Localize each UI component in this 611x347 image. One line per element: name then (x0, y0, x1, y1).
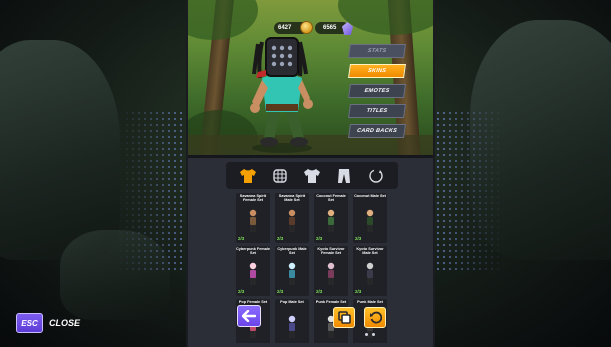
esc-key-badge: ESC (16, 313, 43, 333)
menu-card-backs[interactable]: CARD BACKS (348, 124, 406, 138)
category-tabs (226, 162, 398, 189)
skin-card-name: Punk Female Set (315, 300, 347, 304)
skin-card[interactable]: Kyoto Survivor Female Set 2/3 (314, 246, 348, 296)
skin-card-count: 2/3 (238, 236, 245, 241)
foliage (338, 0, 433, 35)
skin-card-count: 2/3 (277, 236, 284, 241)
skin-card[interactable]: Cyberpunk Female Set 2/3 (236, 246, 270, 296)
halftone-decoration-left (118, 110, 188, 270)
menu-emotes[interactable]: EMOTES (348, 84, 406, 98)
arrow-left-icon (242, 310, 256, 322)
menu-titles[interactable]: TITLES (348, 104, 406, 118)
pager-dot (372, 333, 375, 336)
character-model (250, 37, 313, 153)
skin-card[interactable]: Savanna Spirit Male Set 2/3 (275, 193, 309, 243)
menu-emotes-label: EMOTES (364, 88, 390, 94)
skin-card-count: 2/3 (316, 289, 323, 294)
skin-preview-icon (288, 209, 296, 232)
skin-card-name: Punk Male Set (357, 300, 383, 304)
pants-icon (338, 168, 350, 183)
layers-icon (337, 311, 351, 324)
skin-card-name: Savanna Spirit Male Set (278, 194, 306, 203)
skin-preview-icon (327, 262, 335, 285)
skin-preview-icon (288, 315, 296, 338)
skin-card-name: Coconut Female Set (316, 194, 346, 203)
skin-card[interactable]: Pop Male Set (275, 299, 309, 343)
skin-card-count: 2/3 (316, 236, 323, 241)
skin-card[interactable]: Kyoto Survivor Male Set 2/3 (353, 246, 387, 296)
skin-preview-icon (288, 262, 296, 285)
reset-button[interactable] (364, 307, 386, 328)
tab-bottoms[interactable] (333, 166, 355, 186)
skin-card-name: Pop Male Set (280, 300, 304, 304)
halftone-decoration-right (435, 110, 505, 270)
back-button[interactable] (237, 305, 261, 327)
tab-random[interactable] (365, 166, 387, 186)
menu-stats[interactable]: STATS (348, 44, 406, 58)
menu-card-backs-label: CARD BACKS (356, 128, 398, 134)
skin-card[interactable]: Cyberpunk Male Set 2/3 (275, 246, 309, 296)
tshirt-icon (304, 168, 320, 183)
skin-card-name: Cyberpunk Male Set (277, 247, 307, 256)
character-preview: 6427 6565 STATS SKINS EMOTES TITLES CARD… (188, 0, 433, 158)
skin-preview-icon (366, 209, 374, 232)
skin-preview-icon (249, 262, 257, 285)
background-rock-left (0, 40, 120, 260)
skin-preview-icon (327, 209, 335, 232)
skin-card-count: 2/3 (238, 289, 245, 294)
skin-card-name: Cyberpunk Female Set (236, 247, 270, 256)
close-label: CLOSE (49, 318, 81, 328)
skin-card[interactable]: Savanna Spirit Female Set 2/3 (236, 193, 270, 243)
skin-card[interactable]: Coconut Female Set 2/3 (314, 193, 348, 243)
skin-card-name: Savanna Spirit Female Set (239, 194, 267, 203)
mask-icon (273, 168, 287, 183)
shuffle-icon (369, 168, 383, 183)
skin-card-name: Kyoto Survivor Male Set (356, 247, 384, 256)
close-control[interactable]: ESC CLOSE (16, 313, 80, 333)
skin-card-name: Kyoto Survivor Female Set (317, 247, 345, 256)
skin-preview-icon (249, 209, 257, 232)
tab-outfits[interactable] (237, 166, 259, 186)
pager-dot (365, 333, 368, 336)
menu-stats-label: STATS (367, 48, 387, 54)
skin-card-count: 2/3 (277, 289, 284, 294)
skin-card-count: 2/3 (355, 289, 362, 294)
rotate-icon (369, 311, 382, 324)
inspect-button[interactable] (333, 307, 355, 328)
skin-card-name: Coconut Male Set (354, 194, 386, 198)
skin-card[interactable]: Coconut Male Set 2/3 (353, 193, 387, 243)
shirt-icon (240, 168, 256, 183)
customization-panel: 6427 6565 STATS SKINS EMOTES TITLES CARD… (186, 0, 435, 347)
menu-titles-label: TITLES (366, 108, 388, 114)
skin-card-name: Pop Female Set (238, 300, 268, 304)
menu-skins-label: SKINS (367, 68, 387, 74)
skin-preview-icon (366, 262, 374, 285)
tab-heads[interactable] (269, 166, 291, 186)
skins-screen: 6427 6565 STATS SKINS EMOTES TITLES CARD… (0, 0, 611, 347)
tab-tops[interactable] (301, 166, 323, 186)
menu-skins[interactable]: SKINS (348, 64, 406, 78)
skin-card-count: 2/3 (355, 236, 362, 241)
